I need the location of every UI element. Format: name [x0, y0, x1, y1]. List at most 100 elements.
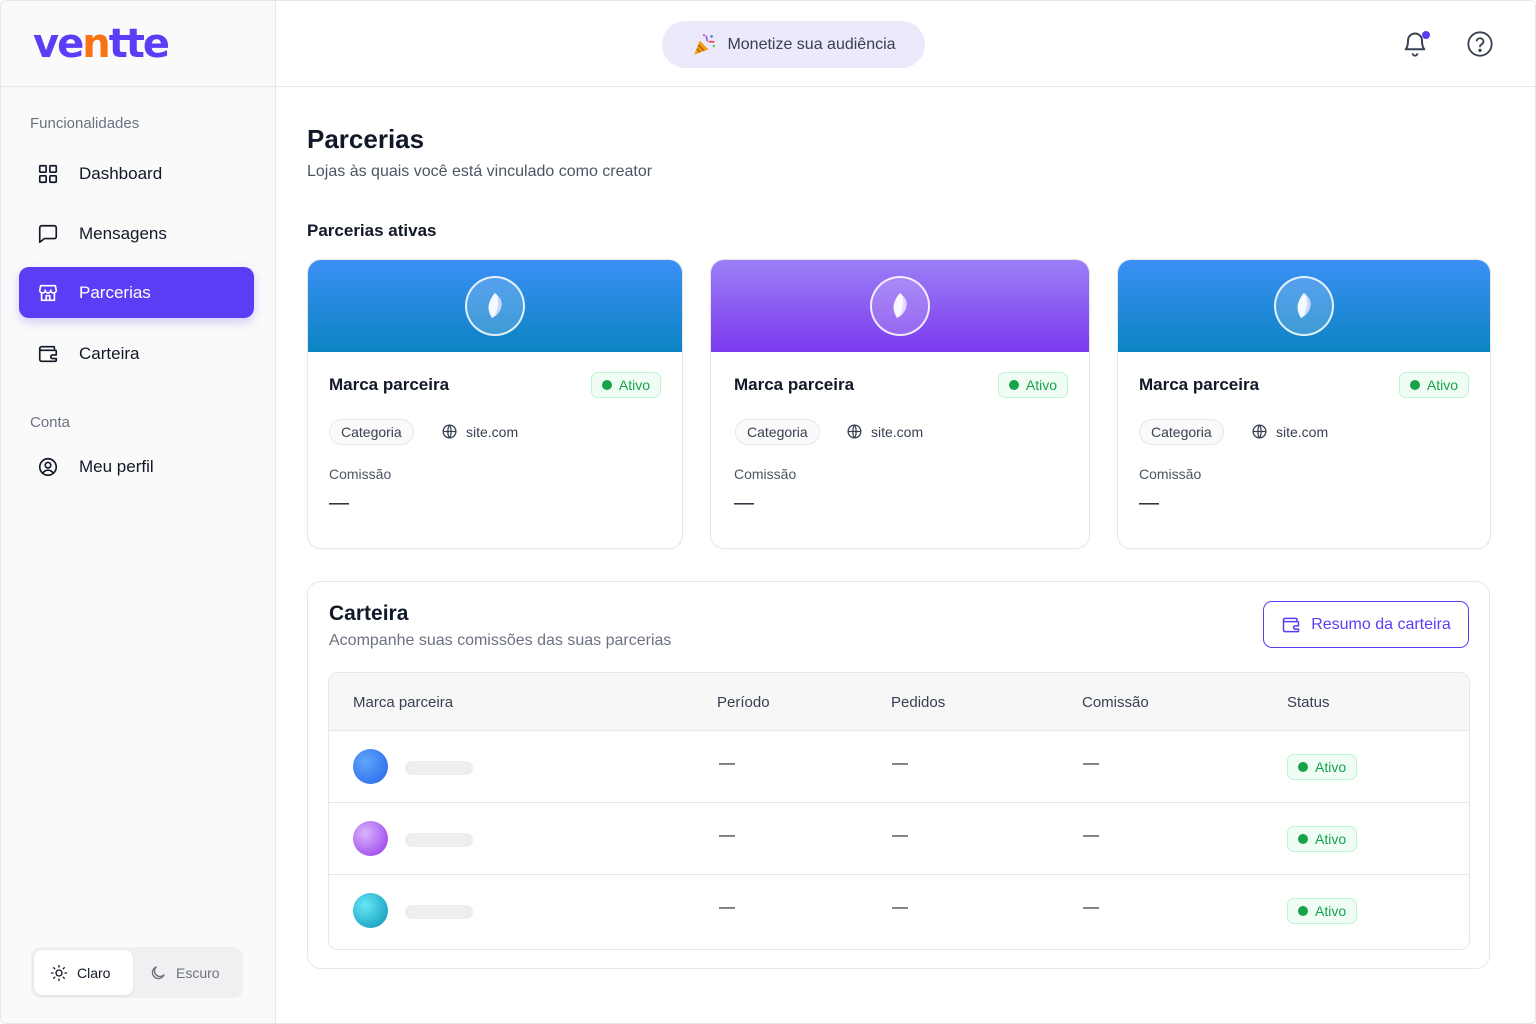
sidebar-item-dashboard[interactable]: Dashboard	[19, 148, 254, 199]
category-chip[interactable]: Categoria	[735, 419, 820, 445]
grid-icon	[38, 164, 58, 183]
sidebar: ventte Funcionalidades Dashboard Mensage…	[1, 1, 276, 1023]
column-header[interactable]: Status	[1287, 694, 1330, 711]
commission-label: Comissão	[1139, 466, 1202, 482]
logo-area: ventte	[1, 1, 275, 87]
status-label: Ativo	[1025, 377, 1057, 393]
sidebar-item-meu-perfil[interactable]: Meu perfil	[19, 441, 254, 492]
name-skeleton	[405, 761, 473, 775]
card-header-band	[308, 260, 682, 352]
category-chip[interactable]: Categoria	[329, 419, 414, 445]
sidebar-item-label: Dashboard	[79, 163, 163, 183]
partner-card[interactable]: Marca parceira Ativo Categoria site.com …	[307, 259, 683, 549]
theme-dark-label: Escuro	[176, 964, 220, 981]
status-label: Ativo	[1426, 377, 1458, 393]
card-header-band	[1118, 260, 1490, 352]
theme-dark-button[interactable]: Escuro	[133, 950, 236, 995]
status-label: Ativo	[1315, 759, 1347, 775]
globe-icon	[442, 424, 457, 439]
logo-accent: n	[82, 20, 111, 67]
orders-cell: —	[892, 827, 908, 844]
commission-cell: —	[1083, 899, 1099, 916]
period-cell: —	[719, 827, 735, 844]
commission-cell: —	[1083, 827, 1099, 844]
partner-name: Marca parceira	[329, 375, 450, 394]
sidebar-item-label: Carteira	[79, 343, 140, 363]
promo-banner[interactable]: Monetize sua audiência	[662, 21, 925, 68]
sun-icon	[50, 964, 68, 981]
sidebar-item-carteira[interactable]: Carteira	[19, 328, 254, 379]
top-header: Monetize sua audiência	[276, 1, 1535, 87]
wallet-summary-button[interactable]: Resumo da carteira	[1263, 601, 1469, 648]
sidebar-item-label: Meu perfil	[79, 456, 154, 476]
site-link[interactable]: site.com	[1251, 423, 1328, 440]
partner-avatar	[353, 893, 388, 928]
logo-part: ve	[33, 20, 84, 67]
moon-icon	[151, 965, 165, 979]
partner-card[interactable]: Marca parceira Ativo Categoria site.com …	[1117, 259, 1491, 549]
wallet-panel: Carteira Acompanhe suas comissões das su…	[307, 581, 1490, 969]
status-dot	[1298, 762, 1308, 772]
partner-avatar	[353, 821, 388, 856]
column-header[interactable]: Marca parceira	[353, 694, 453, 711]
status-label: Ativo	[1315, 831, 1347, 847]
wallet-title: Carteira	[329, 602, 409, 625]
promo-label: Monetize sua audiência	[727, 35, 896, 53]
brand-logo[interactable]: ventte	[33, 20, 170, 67]
status-badge: Ativo	[997, 372, 1068, 398]
wallet-summary-label: Resumo da carteira	[1311, 615, 1451, 633]
page-title: Parcerias	[307, 124, 425, 154]
sidebar-item-parcerias[interactable]: Parcerias	[19, 267, 254, 318]
status-dot	[601, 380, 612, 390]
name-skeleton	[405, 905, 473, 919]
status-badge: Ativo	[1287, 826, 1358, 852]
commission-value: —	[734, 492, 754, 514]
status-badge: Ativo	[1287, 754, 1358, 780]
commission-cell: —	[1083, 755, 1099, 772]
status-dot	[1298, 834, 1308, 844]
help-circle-icon[interactable]	[1466, 30, 1494, 58]
table-row[interactable]: — — — Ativo	[329, 803, 1469, 875]
period-cell: —	[719, 755, 735, 772]
status-dot	[1008, 380, 1019, 390]
message-square-icon	[38, 224, 58, 243]
status-label: Ativo	[618, 377, 650, 393]
wallet-subtitle: Acompanhe suas comissões das suas parcer…	[329, 632, 672, 649]
table-row[interactable]: — — — Ativo	[329, 875, 1469, 947]
section-label-account: Conta	[30, 414, 71, 431]
partner-card[interactable]: Marca parceira Ativo Categoria site.com …	[710, 259, 1090, 549]
column-header[interactable]: Comissão	[1082, 694, 1149, 711]
app-window: ventte Funcionalidades Dashboard Mensage…	[0, 0, 1536, 1024]
sidebar-item-mensagens[interactable]: Mensagens	[19, 208, 254, 259]
column-header[interactable]: Pedidos	[891, 694, 945, 711]
commission-value: —	[329, 492, 349, 514]
status-dot	[1298, 906, 1308, 916]
brand-logo-icon	[1274, 276, 1334, 336]
sidebar-item-label: Mensagens	[79, 223, 167, 243]
orders-cell: —	[892, 755, 908, 772]
site-label: site.com	[466, 423, 519, 440]
notification-dot	[1422, 31, 1430, 39]
table-row[interactable]: — — — Ativo	[329, 731, 1469, 803]
status-dot	[1409, 380, 1420, 390]
wallet-icon	[1282, 617, 1300, 632]
category-chip[interactable]: Categoria	[1139, 419, 1224, 445]
globe-icon	[1252, 424, 1267, 439]
party-popper-icon	[694, 33, 716, 55]
commission-label: Comissão	[734, 466, 797, 482]
main-content: Parcerias Lojas às quais você está vincu…	[276, 87, 1535, 1023]
column-header[interactable]: Período	[717, 694, 770, 711]
sidebar-item-label: Parcerias	[79, 282, 151, 302]
status-badge: Ativo	[1398, 372, 1469, 398]
status-badge: Ativo	[1287, 898, 1358, 924]
site-label: site.com	[871, 423, 924, 440]
logo-part: tte	[108, 20, 170, 67]
store-icon	[38, 284, 58, 301]
section-label-features: Funcionalidades	[30, 115, 140, 132]
partner-name: Marca parceira	[1139, 375, 1260, 394]
period-cell: —	[719, 899, 735, 916]
site-link[interactable]: site.com	[441, 423, 518, 440]
site-link[interactable]: site.com	[846, 423, 923, 440]
commission-value: —	[1139, 492, 1159, 514]
theme-light-button[interactable]: Claro	[34, 950, 133, 995]
